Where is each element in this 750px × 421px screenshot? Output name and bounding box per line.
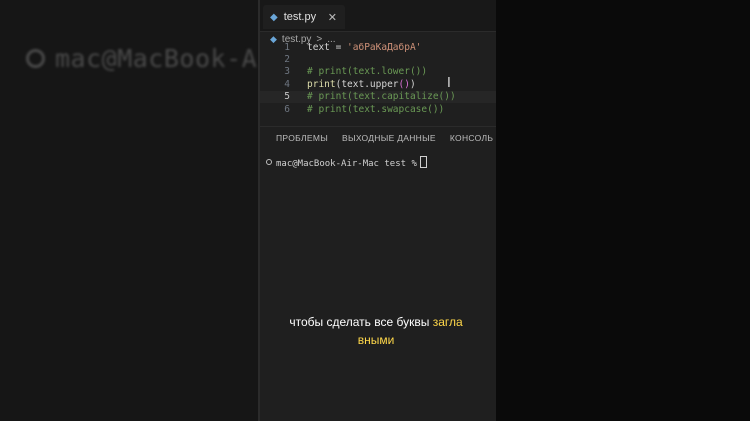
caption-highlight-1: загла [432, 315, 463, 329]
line-number: 6 [284, 103, 290, 115]
code-token: # print(text.capitalize()) [307, 91, 456, 103]
code-token: (text.upper [335, 78, 399, 90]
line-source: text = 'абРаКаДабрА' [307, 42, 421, 53]
code-token: ) [409, 78, 416, 90]
code-line[interactable]: 6 # print(text.swapcase()) [260, 103, 496, 115]
code-line[interactable]: 2 [260, 53, 496, 65]
line-source: # print(text.capitalize()) [307, 91, 456, 102]
line-number: 3 [284, 66, 290, 78]
python-file-icon: ◆ [270, 11, 278, 23]
terminal[interactable]: mac@MacBook-Air-Mac test % [266, 156, 427, 169]
code-line[interactable]: 3 # print(text.lower()) [260, 66, 496, 78]
tab-label: test.py [283, 11, 317, 23]
code-token: # print(text.lower()) [307, 66, 428, 78]
code-line[interactable]: 1 text = 'абРаКаДабрА' [260, 41, 496, 53]
editor-tab-bar: ◆ test.py ✕ [260, 0, 496, 32]
code-token: 'абРаКаДабрА' [347, 41, 422, 53]
code-line[interactable]: 4 print(text.upper()) I [260, 76, 496, 92]
tab-problems[interactable]: ПРОБЛЕМЫ [276, 133, 328, 143]
subtitle-caption: чтобы сделать все буквы загла вными [258, 313, 494, 349]
mouse-ibeam-cursor-icon: I [447, 76, 451, 92]
line-number: 5 [284, 91, 290, 103]
line-source: # print(text.lower()) [307, 66, 427, 77]
code-area[interactable]: 1 text = 'абРаКаДабрА' 2 3 # print(text.lowe… [260, 41, 496, 115]
tab-output[interactable]: ВЫХОДНЫЕ ДАННЫЕ [342, 133, 436, 143]
terminal-cursor [419, 156, 427, 168]
panel-tab-bar: ПРОБЛЕМЫ ВЫХОДНЫЕ ДАННЫЕ КОНСОЛЬ ОТЛА [260, 126, 496, 149]
code-token: () [398, 78, 410, 90]
background-left-blur: mac@MacBook-Ai [0, 0, 258, 421]
circle-icon [26, 49, 45, 68]
code-token: # print(text.swapcase()) [307, 103, 445, 115]
tab-test-py[interactable]: ◆ test.py ✕ [263, 5, 345, 29]
code-line[interactable]: 5 # print(text.capitalize()) [260, 90, 496, 103]
line-source: # print(text.swapcase()) [307, 104, 444, 115]
terminal-prompt: mac@MacBook-Air-Mac test % [276, 159, 417, 169]
background-terminal-text: mac@MacBook-Ai [26, 44, 258, 73]
terminal-status-icon [266, 159, 272, 165]
tab-debug-console[interactable]: КОНСОЛЬ ОТЛА [450, 133, 496, 143]
line-number: 1 [284, 41, 290, 53]
line-source: print(text.upper()) [307, 79, 416, 90]
line-number: 4 [284, 78, 290, 90]
caption-highlight-2: вными [357, 333, 395, 347]
caption-text: чтобы сделать все буквы [289, 315, 433, 329]
code-token: print [307, 78, 336, 90]
background-right [494, 0, 750, 421]
code-token: text = [307, 41, 348, 53]
line-number: 2 [284, 54, 290, 66]
close-icon[interactable]: ✕ [328, 11, 337, 24]
code-editor: ◆ test.py ✕ ◆ test.py > ... 1 text = 'абР… [258, 0, 496, 421]
background-prompt: mac@MacBook-Ai [55, 44, 258, 73]
